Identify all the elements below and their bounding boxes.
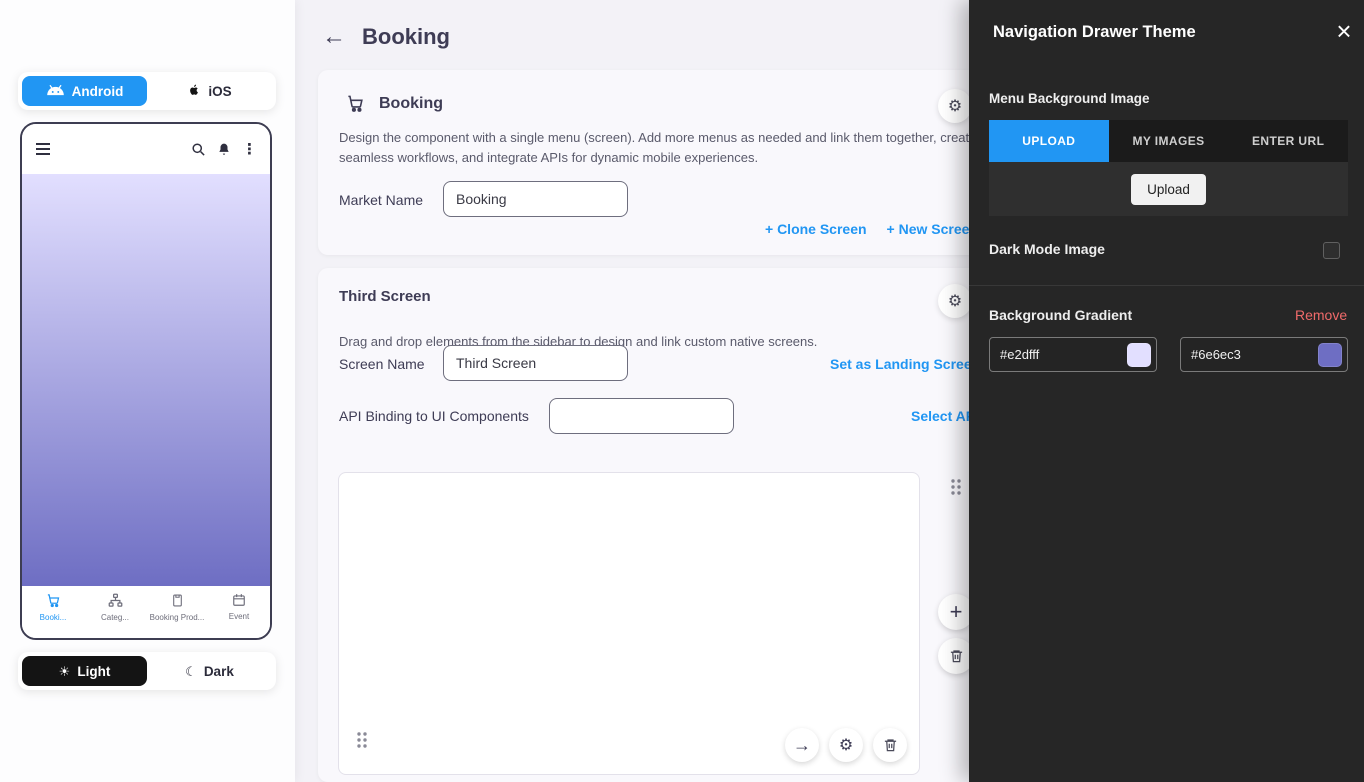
booking-card-title: Booking <box>379 95 443 113</box>
dark-mode-image-checkbox[interactable] <box>1323 242 1340 259</box>
gradient-end-color-input[interactable]: #6e6ec3 <box>1180 337 1348 372</box>
light-mode-button[interactable]: ☀ Light <box>22 656 147 686</box>
upload-button[interactable]: Upload <box>1131 174 1206 205</box>
canvas-action-buttons: → ⚙ <box>785 728 907 762</box>
phone-bottom-nav: Booki... Categ... Booking Prod... <box>22 586 270 638</box>
navigation-drawer-theme-panel <box>969 0 1364 782</box>
market-name-label: Market Name <box>339 192 423 208</box>
screen-drag-handle-icon[interactable] <box>949 478 963 496</box>
background-gradient-label: Background Gradient <box>989 307 1132 323</box>
set-landing-screen-link[interactable]: Set as Landing Screen <box>830 356 980 372</box>
panel-divider <box>969 285 1364 286</box>
page-title: Booking <box>362 24 450 50</box>
apple-icon <box>187 82 201 100</box>
main-header: ← Booking <box>322 24 450 50</box>
plus-icon: + <box>950 601 963 623</box>
app-builder-screen: Android iOS ⋮ <box>0 0 1364 782</box>
calendar-icon <box>232 593 246 609</box>
ios-label: iOS <box>208 84 231 99</box>
image-source-tabs: UPLOAD MY IMAGES ENTER URL <box>989 120 1348 162</box>
api-binding-input[interactable] <box>549 398 734 434</box>
search-icon[interactable] <box>191 142 206 157</box>
kebab-menu-icon[interactable]: ⋮ <box>242 140 257 158</box>
screen-settings-gear-button[interactable]: ⚙ <box>938 284 972 318</box>
panel-title: Navigation Drawer Theme <box>993 23 1196 42</box>
android-label: Android <box>72 84 124 99</box>
drag-handle-icon[interactable] <box>355 731 369 749</box>
phone-nav-item-category[interactable]: Categ... <box>84 593 146 622</box>
product-icon <box>171 593 184 610</box>
screen-actions: + Clone Screen + New Screen <box>765 221 978 237</box>
tab-enter-url[interactable]: ENTER URL <box>1228 120 1348 162</box>
booking-settings-gear-button[interactable]: ⚙ <box>938 89 972 123</box>
screen-card-title: Third Screen <box>339 288 431 305</box>
dark-mode-image-label: Dark Mode Image <box>989 241 1105 257</box>
phone-nav-label: Event <box>229 612 249 621</box>
gradient-start-color-swatch[interactable] <box>1127 343 1151 367</box>
light-label: Light <box>77 664 110 679</box>
gear-icon: ⚙ <box>839 735 853 755</box>
booking-card-description: Design the component with a single menu … <box>339 128 984 167</box>
booking-component-card: Booking ⚙ Design the component with a si… <box>318 70 1078 255</box>
ios-toggle-button[interactable]: iOS <box>147 76 272 106</box>
platform-toggle: Android iOS <box>18 72 276 110</box>
gradient-start-color-input[interactable]: #e2dfff <box>989 337 1157 372</box>
trash-icon <box>883 737 898 753</box>
gradient-end-color-value: #6e6ec3 <box>1181 347 1318 362</box>
tab-upload[interactable]: UPLOAD <box>989 120 1109 162</box>
market-name-input[interactable] <box>443 181 628 217</box>
screen-canvas-dropzone[interactable]: → ⚙ <box>338 472 920 775</box>
hamburger-menu-icon[interactable] <box>35 142 51 156</box>
screen-name-label: Screen Name <box>339 356 425 372</box>
screen-name-input[interactable] <box>443 345 628 381</box>
remove-gradient-link[interactable]: Remove <box>1295 307 1347 323</box>
phone-nav-label: Booking Prod... <box>150 613 205 622</box>
android-toggle-button[interactable]: Android <box>22 76 147 106</box>
canvas-settings-gear-button[interactable]: ⚙ <box>829 728 863 762</box>
link-screen-arrow-button[interactable]: → <box>785 728 819 762</box>
close-icon[interactable]: × <box>1330 16 1358 47</box>
menu-background-image-label: Menu Background Image <box>989 91 1150 106</box>
gradient-end-color-swatch[interactable] <box>1318 343 1342 367</box>
theme-toggle: ☀ Light ☾ Dark <box>18 652 276 690</box>
canvas-delete-button[interactable] <box>873 728 907 762</box>
back-button[interactable]: ← <box>322 25 346 49</box>
phone-nav-label: Categ... <box>101 613 129 622</box>
phone-nav-item-event[interactable]: Event <box>208 593 270 621</box>
dark-mode-button[interactable]: ☾ Dark <box>147 656 272 686</box>
android-icon <box>46 84 65 98</box>
clone-screen-link[interactable]: + Clone Screen <box>765 221 867 237</box>
phone-nav-label: Booki... <box>40 613 67 622</box>
phone-top-bar: ⋮ <box>22 124 270 174</box>
category-icon <box>108 593 123 610</box>
booking-card-header: Booking <box>346 94 443 113</box>
upload-area: Upload <box>989 162 1348 216</box>
phone-nav-item-booking-product[interactable]: Booking Prod... <box>146 593 208 622</box>
sun-icon: ☀ <box>59 665 71 678</box>
cart-icon <box>346 94 365 113</box>
bell-icon[interactable] <box>217 142 231 157</box>
phone-menu-gradient-preview <box>22 174 270 586</box>
gradient-start-color-value: #e2dfff <box>990 347 1127 362</box>
phone-preview: ⋮ Booki... Categ... <box>20 122 272 640</box>
phone-nav-item-booking[interactable]: Booki... <box>22 593 84 622</box>
tab-my-images[interactable]: MY IMAGES <box>1109 120 1229 162</box>
left-sidebar: Android iOS ⋮ <box>0 0 295 782</box>
dark-label: Dark <box>204 664 234 679</box>
moon-icon: ☾ <box>185 665 197 678</box>
trash-icon <box>949 648 964 664</box>
cart-icon <box>46 593 61 610</box>
third-screen-card: Third Screen ⚙ Drag and drop elements fr… <box>318 268 1078 782</box>
new-screen-link[interactable]: + New Screen <box>887 221 978 237</box>
api-binding-label: API Binding to UI Components <box>339 408 529 424</box>
arrow-right-icon: → <box>793 736 811 754</box>
